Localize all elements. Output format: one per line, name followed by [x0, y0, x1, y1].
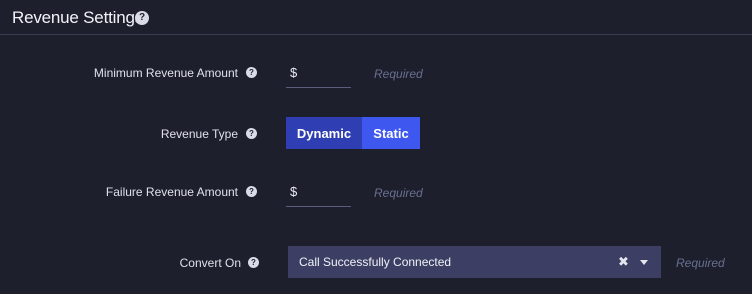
help-icon[interactable]: ? [135, 11, 149, 25]
required-hint: Required [374, 186, 423, 200]
help-icon[interactable]: ? [246, 128, 257, 139]
clear-icon[interactable]: ✖ [618, 254, 629, 270]
section-header: Revenue Settings ? [0, 0, 752, 35]
revenue-type-dynamic-button[interactable]: Dynamic [286, 117, 362, 149]
failure-revenue-input[interactable] [286, 181, 351, 207]
revenue-type-label: Revenue Type [160, 127, 238, 141]
revenue-type-static-button[interactable]: Static [362, 117, 420, 149]
required-hint: Required [374, 67, 423, 81]
convert-on-select[interactable]: Call Successfully Connected ✖ [288, 246, 661, 278]
convert-on-selected-value: Call Successfully Connected [299, 255, 452, 269]
help-icon[interactable]: ? [246, 67, 257, 78]
help-icon[interactable]: ? [248, 257, 259, 268]
min-revenue-input[interactable] [286, 62, 351, 88]
convert-on-label: Convert On [179, 256, 241, 270]
help-icon[interactable]: ? [246, 186, 257, 197]
chevron-down-icon[interactable] [640, 260, 648, 265]
failure-revenue-label: Failure Revenue Amount [105, 185, 238, 199]
section-title: Revenue Settings [12, 8, 143, 27]
required-hint: Required [676, 256, 725, 270]
min-revenue-label: Minimum Revenue Amount [93, 66, 238, 80]
